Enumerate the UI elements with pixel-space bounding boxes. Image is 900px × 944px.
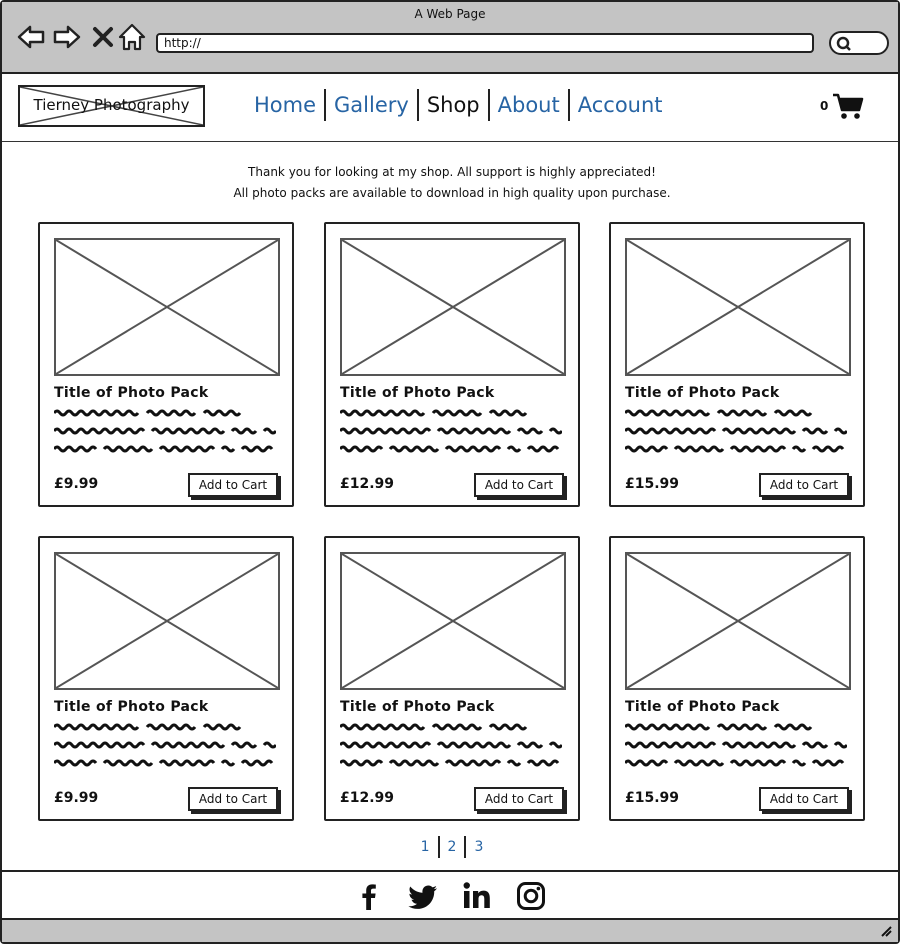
add-to-cart-button[interactable]: Add to Cart [188,787,278,811]
facebook-icon[interactable] [353,880,385,912]
product-image-placeholder[interactable] [54,552,280,690]
search-box[interactable] [829,31,889,55]
placeholder-text-scribble [54,409,276,453]
page-1-link[interactable]: 1 [413,836,438,858]
window-title: A Web Page [414,7,486,21]
close-x-icon[interactable] [88,22,118,52]
instagram-icon[interactable] [515,880,547,912]
nav-about[interactable]: About [490,89,568,121]
pagination: 1 2 3 [2,836,900,858]
intro-line-1: Thank you for looking at my shop. All su… [248,165,656,179]
forward-arrow-icon[interactable] [52,22,82,52]
page-2-link[interactable]: 2 [440,836,465,858]
browser-window: A Web Page http:// Tierney Photography H… [0,0,900,944]
product-image-placeholder[interactable] [340,552,566,690]
image-placeholder-icon [627,554,849,688]
resize-grip-icon[interactable] [880,925,892,937]
shopping-cart-icon [833,93,864,119]
site-header: Tierney Photography Home Gallery Shop Ab… [2,74,898,142]
product-price: £15.99 [625,790,680,806]
nav-shop[interactable]: Shop [419,89,488,121]
browser-chrome: A Web Page http:// [2,2,898,74]
add-to-cart-button[interactable]: Add to Cart [759,473,849,497]
product-title: Title of Photo Pack [54,699,209,715]
product-card: Title of Photo Pack £9.99 Add to Cart [38,222,294,507]
back-arrow-icon[interactable] [16,22,46,52]
placeholder-text-scribble [340,723,562,767]
image-placeholder-icon [342,240,564,374]
logo-text: Tierney Photography [33,96,190,114]
placeholder-text-scribble [340,409,562,453]
image-placeholder-icon [342,554,564,688]
product-image-placeholder[interactable] [625,238,851,376]
add-to-cart-button[interactable]: Add to Cart [474,473,564,497]
product-price: £15.99 [625,476,680,492]
product-title: Title of Photo Pack [625,385,780,401]
site-footer [2,870,898,918]
social-links [2,880,898,912]
product-price: £9.99 [54,476,99,492]
product-title: Title of Photo Pack [625,699,780,715]
nav-account[interactable]: Account [570,89,671,121]
add-to-cart-button[interactable]: Add to Cart [759,787,849,811]
placeholder-text-scribble [625,409,847,453]
placeholder-text-scribble [54,723,276,767]
placeholder-text-scribble [625,723,847,767]
main-nav: Home Gallery Shop About Account [246,88,671,122]
product-image-placeholder[interactable] [625,552,851,690]
image-placeholder-icon [627,240,849,374]
browser-status-bar [2,918,898,942]
product-image-placeholder[interactable] [54,238,280,376]
product-card: Title of Photo Pack £12.99 Add to Cart [324,536,580,821]
add-to-cart-button[interactable]: Add to Cart [188,473,278,497]
twitter-icon[interactable] [407,880,439,912]
search-icon [836,36,851,51]
product-price: £12.99 [340,790,395,806]
image-placeholder-icon [56,554,278,688]
nav-gallery[interactable]: Gallery [326,89,417,121]
page-3-link[interactable]: 3 [466,836,491,858]
product-image-placeholder[interactable] [340,238,566,376]
add-to-cart-button[interactable]: Add to Cart [474,787,564,811]
product-title: Title of Photo Pack [340,385,495,401]
product-card: Title of Photo Pack £12.99 Add to Cart [324,222,580,507]
image-placeholder-icon [56,240,278,374]
product-card: Title of Photo Pack £9.99 Add to Cart [38,536,294,821]
product-title: Title of Photo Pack [54,385,209,401]
product-card: Title of Photo Pack £15.99 Add to Cart [609,536,865,821]
linkedin-icon[interactable] [461,880,493,912]
nav-home[interactable]: Home [246,89,324,121]
cart-button[interactable]: 0 [820,92,864,120]
logo-placeholder[interactable]: Tierney Photography [18,85,205,127]
url-input[interactable]: http:// [156,33,814,53]
product-price: £12.99 [340,476,395,492]
home-icon[interactable] [117,22,147,52]
cart-count: 0 [820,99,829,113]
product-title: Title of Photo Pack [340,699,495,715]
intro-line-2: All photo packs are available to downloa… [233,186,671,200]
product-price: £9.99 [54,790,99,806]
product-card: Title of Photo Pack £15.99 Add to Cart [609,222,865,507]
